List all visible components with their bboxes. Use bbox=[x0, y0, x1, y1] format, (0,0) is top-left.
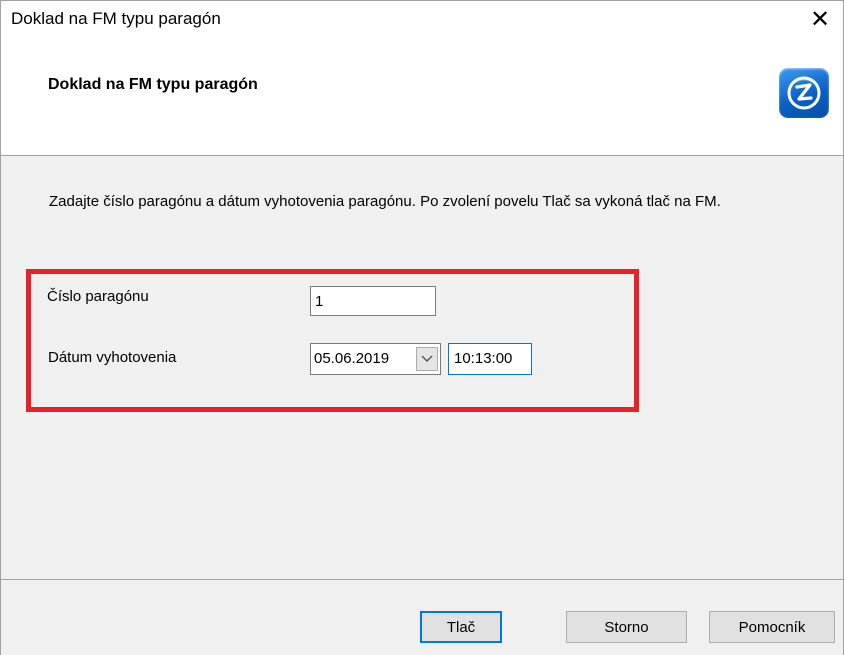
close-button[interactable]: ✕ bbox=[797, 1, 843, 37]
chevron-down-icon bbox=[421, 355, 433, 362]
header-title: Doklad na FM typu paragón bbox=[48, 76, 258, 93]
app-logo-icon bbox=[779, 68, 829, 118]
dialog-window: Doklad na FM typu paragón ✕ Doklad na FM… bbox=[0, 0, 844, 655]
date-label: Dátum vyhotovenia bbox=[48, 349, 177, 366]
instruction-text: Zadajte číslo paragónu a dátum vyhotoven… bbox=[49, 193, 721, 210]
dialog-header: Doklad na FM typu paragón bbox=[1, 37, 843, 156]
cancel-button[interactable]: Storno bbox=[566, 611, 687, 643]
date-value: 05.06.2019 bbox=[314, 350, 390, 367]
time-input[interactable]: 10:13:00 bbox=[448, 343, 532, 375]
date-picker[interactable]: 05.06.2019 bbox=[310, 343, 441, 375]
button-bar: Tlač Storno Pomocník bbox=[1, 579, 843, 655]
receipt-number-label: Číslo paragónu bbox=[47, 288, 149, 305]
help-button[interactable]: Pomocník bbox=[709, 611, 835, 643]
window-title: Doklad na FM typu paragón bbox=[11, 9, 221, 28]
date-dropdown-button[interactable] bbox=[416, 347, 438, 371]
receipt-number-input[interactable] bbox=[310, 286, 436, 316]
title-bar: Doklad na FM typu paragón ✕ bbox=[1, 1, 843, 37]
print-button[interactable]: Tlač bbox=[420, 611, 502, 643]
close-icon: ✕ bbox=[809, 5, 831, 33]
time-value: 10:13:00 bbox=[454, 350, 513, 367]
